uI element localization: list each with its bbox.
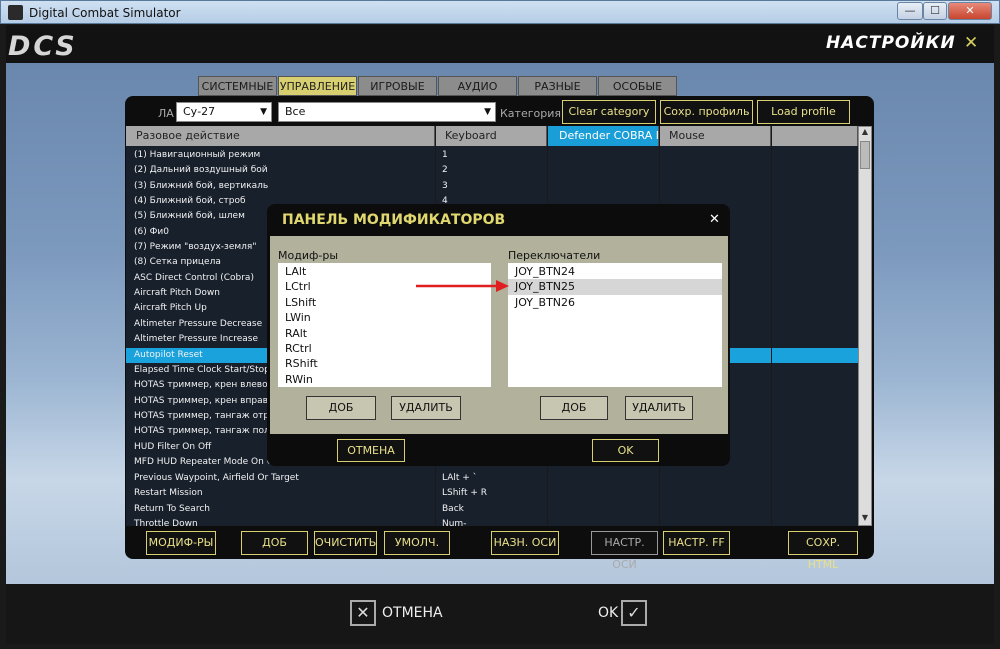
add-button[interactable]: ДОБ — [241, 531, 308, 555]
dcs-logo: DCS — [8, 31, 78, 62]
column-header-keyboard[interactable]: Keyboard — [435, 126, 547, 146]
load-profile-button[interactable]: Load profile — [757, 100, 850, 124]
modal-cancel-button[interactable]: ОТМЕНА — [337, 439, 405, 462]
modal-delete-switch-button[interactable]: УДАЛИТЬ — [625, 396, 693, 420]
list-item[interactable]: LWin — [278, 310, 491, 325]
modal-close-icon[interactable]: ✕ — [709, 212, 720, 227]
aircraft-label: ЛА — [158, 107, 174, 120]
list-item[interactable]: RCtrl — [278, 341, 491, 356]
footer-ok-label[interactable]: OK — [598, 605, 618, 621]
column-divider — [771, 126, 772, 526]
default-button[interactable]: УМОЛЧ. — [384, 531, 450, 555]
page-title: НАСТРОЙКИ — [826, 33, 956, 53]
tab-misc[interactable]: РАЗНЫЕ — [518, 76, 597, 96]
save-html-button[interactable]: СОХР. HTML — [788, 531, 858, 571]
switches-list[interactable]: JOY_BTN24 JOY_BTN25 JOY_BTN26 — [508, 263, 722, 387]
category-select-value: Все — [285, 105, 306, 118]
list-item[interactable]: RWin — [278, 372, 491, 387]
modal-title: ПАНЕЛЬ МОДИФИКАТОРОВ — [282, 212, 506, 228]
modal-add-switch-button[interactable]: ДОБ — [540, 396, 608, 420]
category-select[interactable]: Все ▼ — [278, 102, 496, 122]
annotation-arrow-icon — [416, 280, 509, 292]
list-item-selected[interactable]: JOY_BTN25 — [508, 279, 722, 295]
list-item[interactable]: JOY_BTN26 — [508, 295, 722, 310]
table-scrollbar[interactable]: ▲ ▼ — [858, 126, 872, 526]
window-close-button[interactable]: ✕ — [948, 2, 992, 20]
ok-check-icon[interactable]: ✓ — [621, 600, 647, 626]
footer-cancel-label[interactable]: ОТМЕНА — [382, 605, 443, 621]
tab-audio[interactable]: АУДИО — [438, 76, 517, 96]
modifiers-list-label: Модиф-ры — [278, 249, 339, 262]
save-profile-button[interactable]: Сохр. профиль — [660, 100, 753, 124]
column-header-extra[interactable] — [771, 126, 858, 146]
aircraft-select-value: Су-27 — [183, 105, 216, 118]
chevron-down-icon: ▼ — [484, 107, 491, 117]
app-icon — [8, 5, 23, 20]
modal-add-modifier-button[interactable]: ДОБ — [306, 396, 376, 420]
tab-controls[interactable]: УПРАВЛЕНИЕ — [278, 76, 357, 96]
column-header-action[interactable]: Разовое действие — [126, 126, 435, 146]
scroll-down-icon[interactable]: ▼ — [859, 513, 871, 525]
table-row[interactable]: Throttle Down Num- — [126, 517, 858, 526]
column-header-joystick[interactable]: Defender COBRA M5 — [547, 126, 659, 146]
ff-tune-button[interactable]: НАСТР. FF — [663, 531, 730, 555]
list-item[interactable]: RShift — [278, 356, 491, 371]
table-row[interactable]: (3) Ближний бой, вертикаль 3 — [126, 179, 858, 194]
column-header-mouse[interactable]: Mouse — [659, 126, 771, 146]
table-row[interactable]: (1) Навигационный режим 1 — [126, 148, 858, 163]
cancel-icon[interactable]: ✕ — [350, 600, 376, 626]
list-item[interactable]: RAlt — [278, 326, 491, 341]
modal-delete-modifier-button[interactable]: УДАЛИТЬ — [391, 396, 461, 420]
minimize-button[interactable]: — — [897, 2, 923, 20]
clear-category-button[interactable]: Clear category — [562, 100, 656, 124]
tab-system[interactable]: СИСТЕМНЫЕ — [198, 76, 277, 96]
header-close-icon[interactable]: ✕ — [964, 33, 978, 53]
table-row[interactable]: (2) Дальний воздушный бой 2 — [126, 163, 858, 178]
tab-special[interactable]: ОСОБЫЕ — [598, 76, 677, 96]
table-row[interactable]: Restart Mission LShift + R — [126, 486, 858, 501]
footer-bar — [6, 584, 994, 644]
assign-axes-button[interactable]: НАЗН. ОСИ — [491, 531, 559, 555]
maximize-button[interactable]: ☐ — [923, 2, 947, 20]
list-item[interactable]: JOY_BTN24 — [508, 264, 722, 279]
modifiers-button[interactable]: МОДИФ-РЫ — [146, 531, 216, 555]
switches-list-label: Переключатели — [508, 249, 601, 262]
scroll-thumb[interactable] — [860, 141, 870, 169]
window-titlebar: Digital Combat Simulator — ☐ ✕ — [0, 0, 1000, 24]
window-title: Digital Combat Simulator — [29, 6, 181, 20]
modal-ok-button[interactable]: OK — [592, 439, 659, 462]
table-row[interactable]: Return To Search Back — [126, 502, 858, 517]
chevron-down-icon: ▼ — [260, 107, 267, 117]
tab-gameplay[interactable]: ИГРОВЫЕ — [358, 76, 437, 96]
scroll-up-icon[interactable]: ▲ — [859, 127, 871, 139]
aircraft-select[interactable]: Су-27 ▼ — [176, 102, 272, 122]
table-row[interactable]: Previous Waypoint, Airfield Or Target LAl… — [126, 471, 858, 486]
axis-tune-button[interactable]: НАСТР. ОСИ — [591, 531, 658, 571]
category-label: Категория — [500, 107, 561, 120]
list-item[interactable]: LShift — [278, 295, 491, 310]
clear-button[interactable]: ОЧИСТИТЬ — [314, 531, 377, 555]
